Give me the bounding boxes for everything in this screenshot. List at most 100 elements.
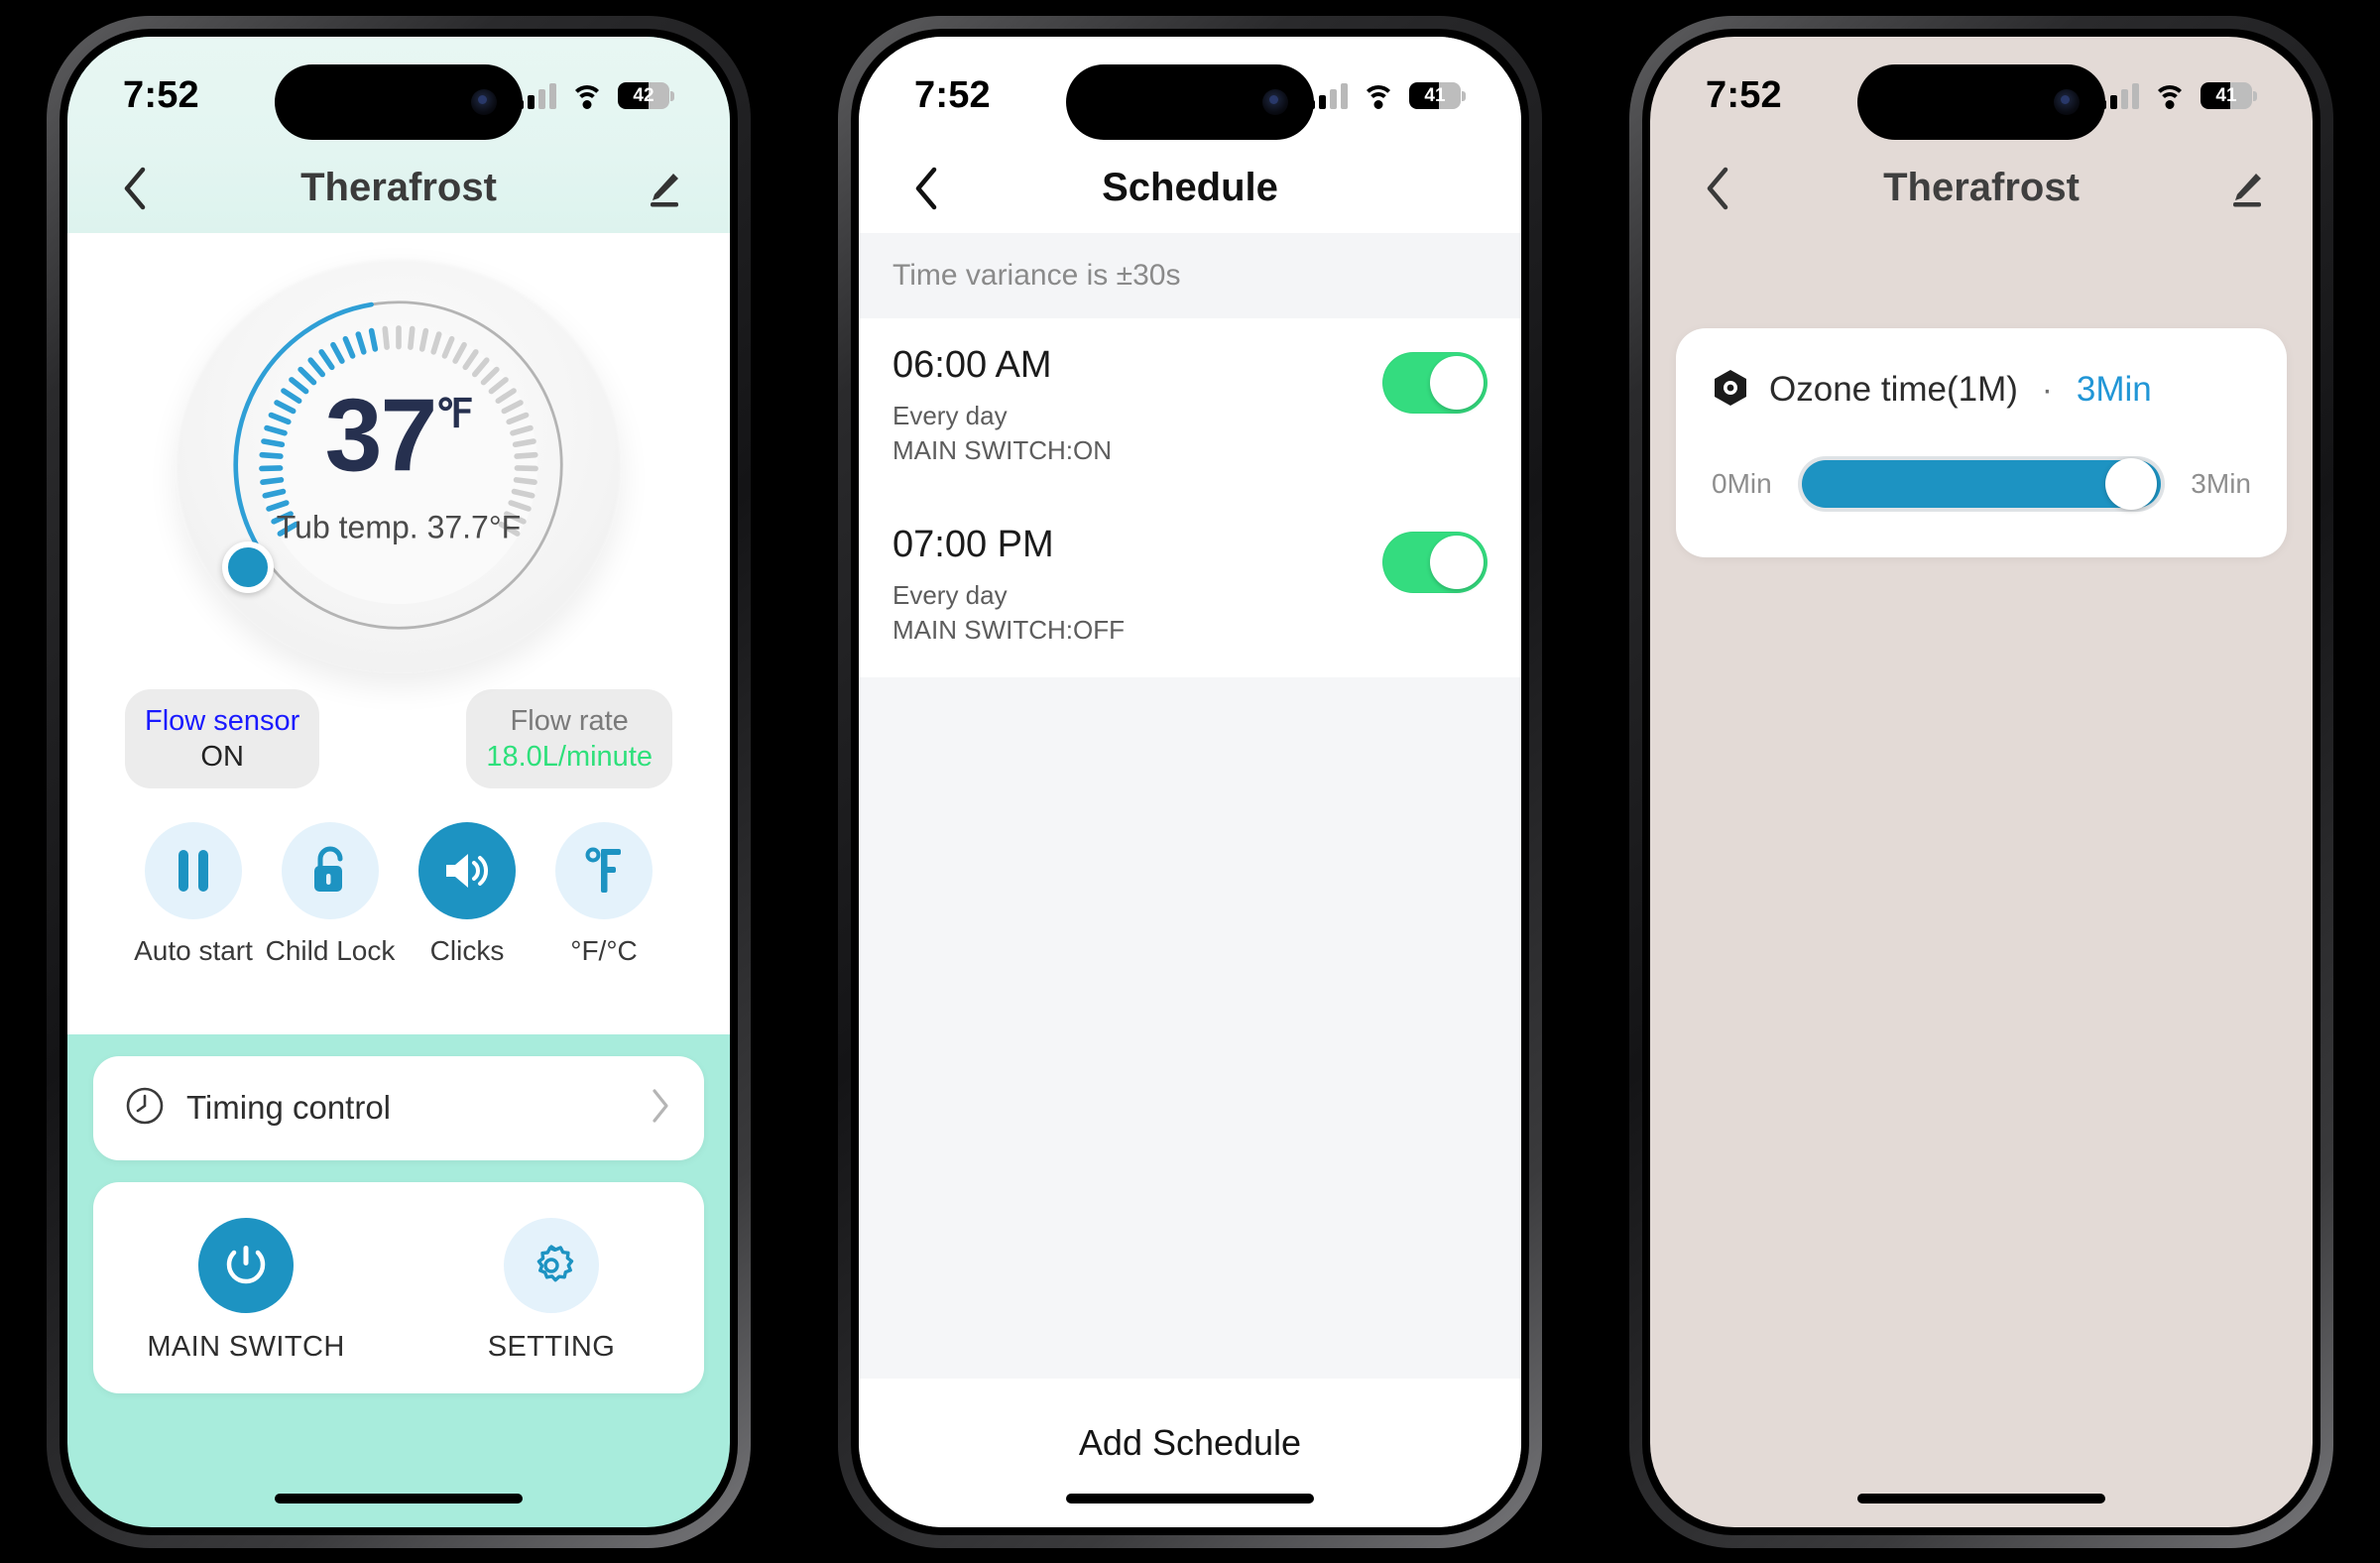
dial-handle[interactable] [221,541,274,593]
ozone-separator: · [2041,371,2053,408]
tub-temp-label: Tub temp. 37.7°F [276,509,522,544]
page-title: Schedule [1102,166,1278,209]
schedule-toggle[interactable] [1382,531,1488,593]
nav-bar-home: Therafrost [67,144,730,233]
battery-icon: 41 [2201,82,2257,109]
battery-icon: 42 [618,82,674,109]
child-lock-button[interactable]: Child Lock [262,822,399,967]
screenshot-stage: 7:52 42 Therafrost 37 ℉ Tub temp. 37.7°F… [0,0,2380,1563]
page-title: Therafrost [1883,166,2080,209]
dial-readout: 37 ℉ Tub temp. 37.7°F [250,384,547,545]
temperature-dial[interactable]: 37 ℉ Tub temp. 37.7°F [176,256,622,673]
front-camera-icon [471,88,497,115]
power-icon [198,1217,294,1313]
pencil-edit-icon[interactable] [2217,161,2273,216]
status-indicators: 41 [2099,82,2257,109]
gear-icon [504,1217,599,1313]
temperature-value: 37 ℉ [325,384,474,487]
home-indicator [275,1493,523,1503]
battery-level: 42 [633,85,654,106]
schedule-row[interactable]: 06:00 AM Every day MAIN SWITCH:ON [859,318,1521,498]
ozone-max-label: 3Min [2191,467,2251,499]
flow-sensor-chip[interactable]: Flow sensor ON [125,688,320,788]
clicks-label: Clicks [429,935,505,966]
schedule-row[interactable]: 07:00 PM Every day MAIN SWITCH:OFF [859,498,1521,677]
back-button[interactable] [107,161,163,216]
phone-bezel: 7:52 41 Therafrost Ozone time(1M) · 3Min… [1642,28,2320,1535]
flow-sensor-title: Flow sensor [145,704,300,737]
phone-bezel: 7:52 42 Therafrost 37 ℉ Tub temp. 37.7°F… [60,28,738,1535]
back-button[interactable] [1690,161,1745,216]
time-variance-banner: Time variance is ±30s [859,232,1521,318]
chevron-right-icon [649,1086,672,1131]
nav-bar-ozone: Therafrost [1650,144,2313,233]
phone-bezel: 7:52 41 Schedule Time variance is ±30s 0… [851,28,1529,1535]
dynamic-island [1857,63,2105,140]
status-time: 7:52 [914,74,991,116]
status-time: 7:52 [123,74,199,116]
ozone-hex-icon [1712,368,1749,413]
battery-icon: 41 [1409,82,1466,109]
dynamic-island [275,63,523,140]
schedule-list: 06:00 AM Every day MAIN SWITCH:ON 07:00 … [859,317,1521,677]
screen-schedule: 7:52 41 Schedule Time variance is ±30s 0… [859,36,1521,1527]
ozone-slider-thumb[interactable] [2105,457,2158,510]
screen-ozone: 7:52 41 Therafrost Ozone time(1M) · 3Min… [1650,36,2313,1527]
flow-rate-value: 18.0L/minute [486,740,653,773]
clock-icon [125,1086,165,1131]
front-camera-icon [1262,88,1288,115]
flow-sensor-value: ON [200,740,244,773]
ozone-min-label: 0Min [1712,467,1772,499]
battery-level: 41 [1424,85,1446,106]
speaker-volume-icon [418,822,516,919]
main-switch-button[interactable]: MAIN SWITCH [93,1217,399,1364]
temp-unit: ℉ [435,392,473,435]
screen-home: 7:52 42 Therafrost 37 ℉ Tub temp. 37.7°F… [67,36,730,1527]
setting-label: SETTING [487,1330,616,1363]
back-button[interactable] [898,161,954,216]
timing-control-card[interactable]: Timing control [93,1055,704,1160]
add-schedule-button[interactable]: Add Schedule [859,1378,1521,1527]
battery-level: 41 [2215,85,2237,106]
fahrenheit-icon [555,822,653,919]
schedule-time: 06:00 AM [892,343,1052,386]
front-camera-icon [2054,88,2080,115]
ozone-value: 3Min [2076,370,2152,409]
auto-start-button[interactable]: Auto start [125,822,262,967]
status-time: 7:52 [1706,74,1782,116]
dynamic-island [1066,63,1314,140]
flow-rate-title: Flow rate [510,704,629,737]
temp-unit-button[interactable]: °F/°C [536,822,672,967]
wifi-icon [1362,83,1395,109]
pause-icon [145,822,242,919]
main-switch-card: MAIN SWITCH SETTING [93,1181,704,1393]
ozone-slider[interactable] [1797,455,2166,512]
schedule-empty-space [859,676,1521,1379]
status-indicators: 41 [1308,82,1466,109]
schedule-action: MAIN SWITCH:ON [892,434,1112,465]
temp-unit-label: °F/°C [570,935,638,966]
ozone-time-card: Ozone time(1M) · 3Min 0Min 3Min [1676,327,2287,557]
ozone-title: Ozone time(1M) [1769,370,2018,409]
pencil-edit-icon[interactable] [635,161,690,216]
home-main-panel: 37 ℉ Tub temp. 37.7°F Flow sensor ON Flow… [67,232,730,1034]
page-title: Therafrost [300,166,497,209]
timing-control-row[interactable]: Timing control [93,1056,704,1160]
cellular-bars-icon [2099,82,2139,109]
cellular-bars-icon [1308,82,1348,109]
quick-action-row: Auto start Child Lock Clicks °F/°C [67,822,730,967]
ozone-header: Ozone time(1M) · 3Min [1712,368,2251,413]
setting-button[interactable]: SETTING [399,1217,704,1364]
schedule-repeat: Every day [892,579,1008,610]
child-lock-label: Child Lock [265,935,396,966]
flow-rate-chip[interactable]: Flow rate 18.0L/minute [466,688,672,788]
schedule-repeat: Every day [892,400,1008,430]
phone-ozone: 7:52 41 Therafrost Ozone time(1M) · 3Min… [1629,15,2333,1548]
status-chips: Flow sensor ON Flow rate 18.0L/minute [67,688,730,788]
clicks-button[interactable]: Clicks [399,822,536,967]
schedule-action: MAIN SWITCH:OFF [892,614,1125,645]
schedule-toggle[interactable] [1382,351,1488,414]
unlocked-padlock-icon [282,822,379,919]
ozone-slider-row: 0Min 3Min [1712,455,2251,512]
wifi-icon [2153,83,2187,109]
